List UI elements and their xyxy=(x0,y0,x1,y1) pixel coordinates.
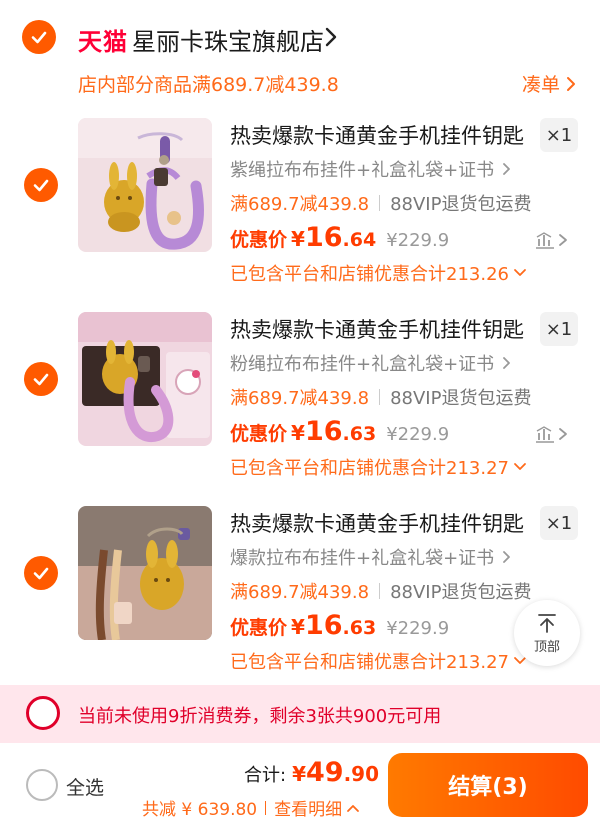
back-to-top-label: 顶部 xyxy=(533,639,560,655)
promo-line: 满689.7减439.8 88VIP退货包运费 xyxy=(230,578,531,604)
promo-line: 满689.7减439.8 88VIP退货包运费 xyxy=(230,190,531,216)
price-decimal: .64 xyxy=(342,229,377,251)
tmall-logo: 天猫 xyxy=(78,28,128,56)
coupon-radio[interactable] xyxy=(26,696,60,730)
original-price: ¥229.9 xyxy=(386,230,450,251)
product-image[interactable] xyxy=(78,312,212,446)
total-currency: ¥ xyxy=(292,762,306,786)
product-image[interactable] xyxy=(78,506,212,640)
divider xyxy=(379,195,381,211)
arrow-up-icon xyxy=(538,613,556,633)
price-integer: 16 xyxy=(304,222,343,253)
price-currency: ¥ xyxy=(291,421,305,445)
select-all-label[interactable]: 全选 xyxy=(66,773,104,800)
variant-label: 紫绳拉布布挂件+礼盒礼袋+证书 xyxy=(230,160,495,181)
divider xyxy=(379,583,381,599)
cart-item: 热卖爆款卡通黄金手机挂件钥匙 ×1 粉绳拉布布挂件+礼盒礼袋+证书 满689.7… xyxy=(0,312,600,506)
promo-tag: 满689.7减439.8 xyxy=(230,194,370,215)
chevron-right-icon xyxy=(325,27,337,47)
store-promo-text: 店内部分商品满689.7减439.8 xyxy=(78,74,339,96)
checkout-bar: 全选 合计: ¥ 49 .90 共减 ¥ 639.80 查看明细 结算(3) xyxy=(0,743,600,831)
price-history-icon[interactable] xyxy=(534,230,570,250)
return-tag: 88VIP退货包运费 xyxy=(390,388,532,409)
chevron-right-icon xyxy=(503,357,511,369)
price-label: 优惠价 xyxy=(230,229,288,251)
checkmark-icon xyxy=(33,373,49,386)
divider xyxy=(265,800,267,815)
discount-note: 已包含平台和店铺优惠合计213.26 xyxy=(230,264,509,285)
product-title[interactable]: 热卖爆款卡通黄金手机挂件钥匙 xyxy=(230,314,524,344)
chevron-right-icon xyxy=(567,76,575,91)
product-title[interactable]: 热卖爆款卡通黄金手机挂件钥匙 xyxy=(230,120,524,150)
item-checkbox[interactable] xyxy=(24,168,58,202)
chevron-down-icon xyxy=(514,269,526,276)
discount-note: 已包含平台和店铺优惠合计213.27 xyxy=(230,458,509,479)
promo-line: 满689.7减439.8 88VIP退货包运费 xyxy=(230,384,531,410)
return-tag: 88VIP退货包运费 xyxy=(390,582,532,603)
chevron-right-icon xyxy=(503,163,511,175)
price-line: 优惠价 ¥ 16 .64 ¥229.9 xyxy=(230,222,449,253)
total-label: 合计: xyxy=(244,765,287,786)
divider xyxy=(379,389,381,405)
price-integer: 16 xyxy=(304,416,343,447)
checkmark-icon xyxy=(33,179,49,192)
variant-label: 粉绳拉布布挂件+礼盒礼袋+证书 xyxy=(230,354,495,375)
variant-selector[interactable]: 紫绳拉布布挂件+礼盒礼袋+证书 xyxy=(230,156,511,182)
total-amount: 合计: ¥ 49 .90 xyxy=(244,757,379,788)
chevron-down-icon xyxy=(514,463,526,470)
quantity-badge[interactable]: ×1 xyxy=(540,312,578,346)
cart-item: 热卖爆款卡通黄金手机挂件钥匙 ×1 紫绳拉布布挂件+礼盒礼袋+证书 满689.7… xyxy=(0,118,600,312)
checkmark-icon xyxy=(31,31,47,44)
price-integer: 16 xyxy=(304,610,343,641)
savings-detail-toggle[interactable]: 共减 ¥ 639.80 查看明细 xyxy=(142,795,360,820)
return-tag: 88VIP退货包运费 xyxy=(390,194,532,215)
price-history-icon[interactable] xyxy=(534,424,570,444)
saved-amount: 共减 ¥ 639.80 xyxy=(142,800,258,820)
add-on-label: 凑单 xyxy=(521,74,560,96)
variant-label: 爆款拉布布挂件+礼盒礼袋+证书 xyxy=(230,548,495,569)
checkmark-icon xyxy=(33,567,49,580)
original-price: ¥229.9 xyxy=(386,618,450,639)
chevron-up-icon xyxy=(347,804,360,812)
variant-selector[interactable]: 粉绳拉布布挂件+礼盒礼袋+证书 xyxy=(230,350,511,376)
back-to-top-button[interactable]: 顶部 xyxy=(514,600,580,666)
price-decimal: .63 xyxy=(342,617,377,639)
item-checkbox[interactable] xyxy=(24,362,58,396)
price-label: 优惠价 xyxy=(230,423,288,445)
product-title[interactable]: 热卖爆款卡通黄金手机挂件钥匙 xyxy=(230,508,524,538)
item-checkbox[interactable] xyxy=(24,556,58,590)
total-decimal: .90 xyxy=(343,762,380,786)
price-label: 优惠价 xyxy=(230,617,288,639)
promo-tag: 满689.7减439.8 xyxy=(230,388,370,409)
variant-selector[interactable]: 爆款拉布布挂件+礼盒礼袋+证书 xyxy=(230,544,511,570)
chevron-right-icon xyxy=(503,551,511,563)
product-image[interactable] xyxy=(78,118,212,252)
discount-detail-toggle[interactable]: 已包含平台和店铺优惠合计213.27 xyxy=(230,648,527,674)
price-line: 优惠价 ¥ 16 .63 ¥229.9 xyxy=(230,416,449,447)
store-checkbox[interactable] xyxy=(22,20,56,54)
coupon-notice-text: 当前未使用9折消费券，剩余3张共900元可用 xyxy=(78,706,442,727)
price-currency: ¥ xyxy=(291,615,305,639)
add-on-button[interactable]: 凑单 xyxy=(522,70,576,97)
coupon-notice-bar[interactable]: 当前未使用9折消费券，剩余3张共900元可用 xyxy=(0,685,600,743)
store-name-link[interactable]: 星丽卡珠宝旗舰店 xyxy=(132,22,324,57)
quantity-badge[interactable]: ×1 xyxy=(540,118,578,152)
quantity-badge[interactable]: ×1 xyxy=(540,506,578,540)
price-line: 优惠价 ¥ 16 .63 ¥229.9 xyxy=(230,610,449,641)
discount-note: 已包含平台和店铺优惠合计213.27 xyxy=(230,652,509,673)
discount-detail-toggle[interactable]: 已包含平台和店铺优惠合计213.26 xyxy=(230,260,527,286)
view-details-label: 查看明细 xyxy=(274,800,343,820)
checkout-button[interactable]: 结算(3) xyxy=(388,753,588,817)
price-currency: ¥ xyxy=(291,227,305,251)
select-all-radio[interactable] xyxy=(26,769,58,801)
discount-detail-toggle[interactable]: 已包含平台和店铺优惠合计213.27 xyxy=(230,454,527,480)
original-price: ¥229.9 xyxy=(386,424,450,445)
price-decimal: .63 xyxy=(342,423,377,445)
total-integer: 49 xyxy=(306,757,344,788)
cart-item: 热卖爆款卡通黄金手机挂件钥匙 ×1 爆款拉布布挂件+礼盒礼袋+证书 满689.7… xyxy=(0,506,600,700)
promo-tag: 满689.7减439.8 xyxy=(230,582,370,603)
